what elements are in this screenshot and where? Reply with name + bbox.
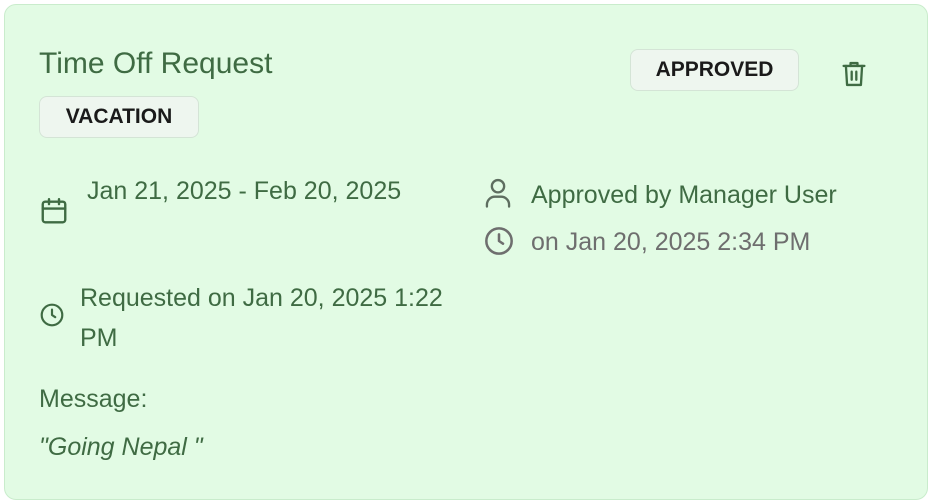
type-badge: VACATION (39, 96, 199, 138)
user-icon (485, 178, 511, 208)
date-range: Jan 21, 2025 - Feb 20, 2025 (87, 177, 402, 205)
status-badge: APPROVED (630, 49, 799, 91)
approved-by: Approved by Manager User (531, 181, 837, 209)
card-title: Time Off Request (39, 47, 273, 80)
clock-icon (485, 227, 513, 255)
trash-icon (842, 61, 866, 87)
message-label: Message: (39, 385, 148, 413)
approved-on: on Jan 20, 2025 2:34 PM (531, 228, 811, 256)
requested-date: Requested on Jan 20, 2025 1:22 PM (80, 284, 443, 352)
calendar-icon (41, 197, 67, 224)
message-text: "Going Nepal " (39, 433, 203, 461)
delete-button[interactable] (837, 55, 871, 93)
time-off-request-card: Time Off Request VACATION APPROVED Jan 2… (4, 4, 928, 500)
clock-icon (40, 303, 64, 327)
